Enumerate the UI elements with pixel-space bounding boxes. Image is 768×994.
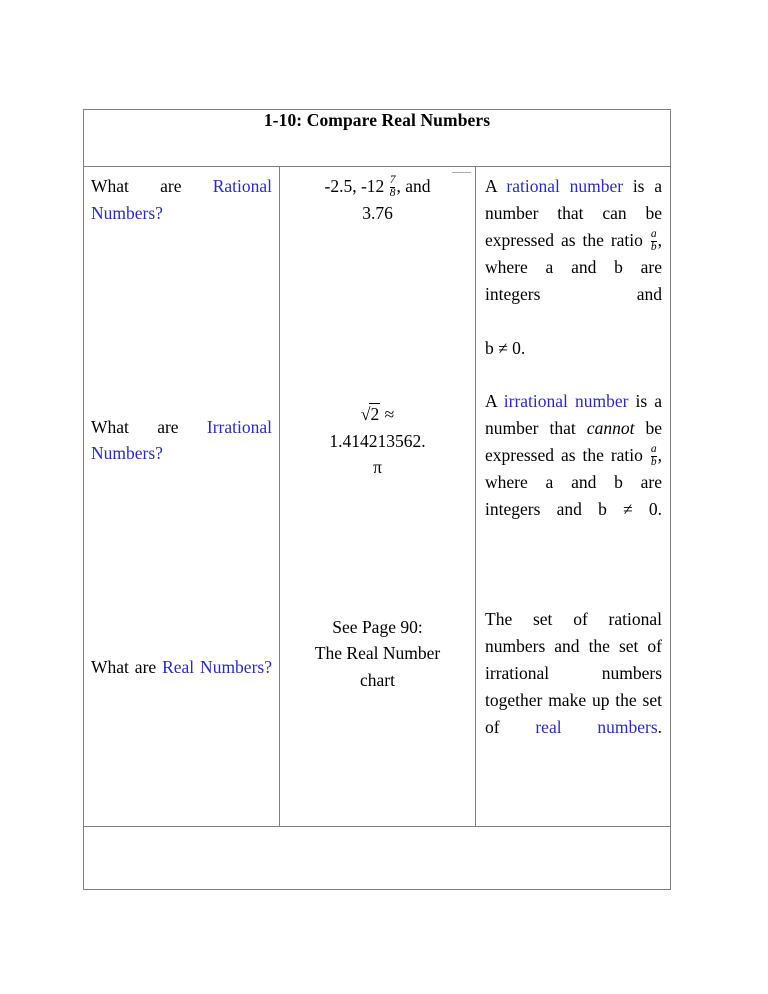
question-irrational-lead: What are: [91, 416, 207, 437]
examples-real-line2: The Real Number: [314, 643, 441, 663]
stray-rule-artifact: [452, 172, 471, 173]
approx-symbol: ≈: [384, 404, 395, 424]
definition-real: The set of rational numbers and the set …: [485, 606, 662, 768]
question-rational: What are Rational Numbers?: [91, 173, 272, 253]
table-content-row: What are Rational Numbers? What are Irra…: [83, 166, 671, 827]
examples-real: See Page 90: The Real Number chart: [288, 614, 467, 694]
fraction-seven-eighths: 78: [389, 173, 396, 199]
question-rational-tail: ?: [155, 202, 163, 223]
question-irrational-tail: ?: [155, 443, 163, 463]
radicand: 2: [369, 403, 381, 424]
examples-irrational: √2 ≈ 1.414213562. π: [288, 401, 467, 481]
examples-irrational-line3: π: [373, 457, 382, 477]
definition-irrational-emphasis: cannot: [586, 418, 635, 438]
questions-column: What are Rational Numbers? What are Irra…: [83, 166, 280, 827]
fraction-numerator: 7: [389, 173, 396, 186]
title-cell: 1-10: Compare Real Numbers: [83, 109, 671, 167]
footer-cell: [83, 826, 671, 890]
definition-irrational-part1: A: [485, 391, 504, 411]
examples-rational-line1-pre: -2.5, -12: [324, 176, 389, 196]
definition-real-term: real numbers: [535, 717, 658, 737]
fraction-numerator: a: [650, 442, 657, 455]
question-rational-lead: What are: [91, 176, 213, 196]
table-title-row: 1-10: Compare Real Numbers: [83, 109, 671, 167]
question-real-term: Real Numbers: [162, 657, 265, 677]
definition-rational-term: rational number: [506, 176, 624, 196]
compare-real-numbers-table: 1-10: Compare Real Numbers What are Rati…: [83, 109, 671, 890]
question-irrational: What are Irrational Numbers?: [91, 414, 272, 494]
examples-rational-line1-post: , and: [396, 176, 431, 196]
definition-rational-part4: b ≠ 0.: [485, 338, 526, 358]
definition-rational: A rational number is a number that can b…: [485, 173, 662, 335]
examples-real-line1: See Page 90:: [332, 616, 423, 637]
fraction-a-over-b: ab: [650, 442, 657, 468]
question-real: What are Real Numbers?: [91, 654, 272, 707]
examples-rational: -2.5, -12 78, and 3.76: [288, 173, 467, 226]
question-real-lead: What are: [91, 657, 163, 677]
fraction-denominator: b: [650, 240, 657, 253]
examples-irrational-line2: 1.414213562.: [329, 430, 426, 451]
definition-irrational: A irrational number is a number that can…: [485, 388, 662, 550]
examples-column: -2.5, -12 78, and 3.76 √2 ≈ 1.414213562.…: [279, 166, 476, 827]
question-real-tail: ?: [264, 657, 272, 677]
fraction-denominator: b: [650, 455, 657, 468]
examples-rational-line2: 3.76: [362, 202, 393, 223]
fraction-denominator: 8: [389, 186, 396, 199]
definition-irrational-term: irrational number: [503, 391, 629, 411]
examples-real-line3: chart: [360, 669, 395, 690]
definition-rational-part4-line: b ≠ 0.: [485, 335, 662, 362]
document-page: 1-10: Compare Real Numbers What are Rati…: [0, 0, 768, 994]
definition-rational-part1: A: [485, 176, 507, 196]
fraction-numerator: a: [650, 227, 657, 240]
definition-real-part2: .: [657, 717, 662, 737]
fraction-a-over-b: ab: [650, 227, 657, 253]
definitions-column: A rational number is a number that can b…: [475, 166, 671, 827]
page-title: 1-10: Compare Real Numbers: [263, 110, 491, 130]
table-footer-row: [83, 826, 671, 890]
square-root-icon: √2: [361, 403, 381, 424]
